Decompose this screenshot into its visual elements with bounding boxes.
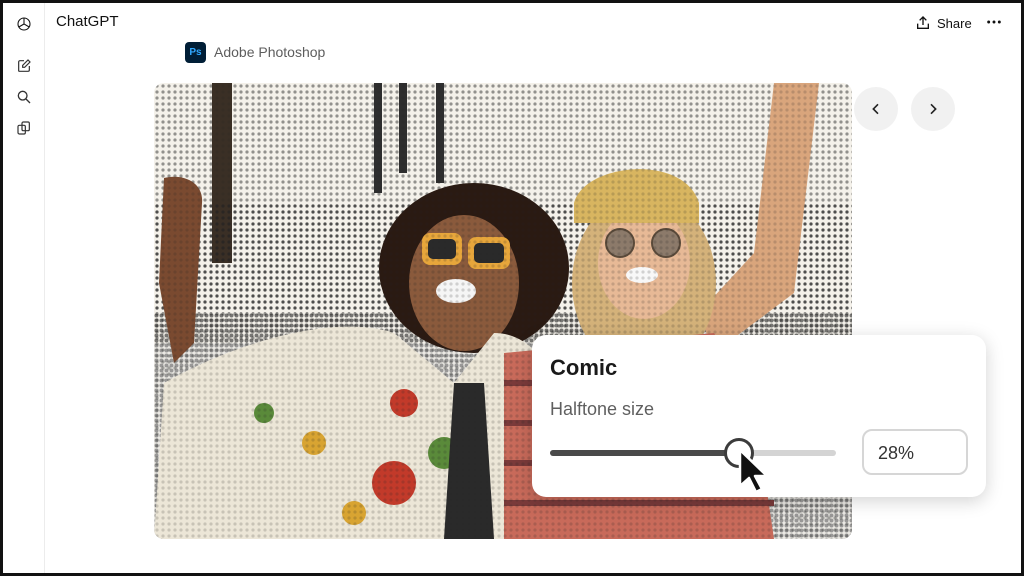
plugin-name: Adobe Photoshop (214, 44, 326, 60)
next-image-button[interactable] (911, 87, 955, 131)
halftone-size-label: Halftone size (550, 399, 655, 419)
sidebar (3, 3, 45, 573)
halftone-size-slider[interactable] (550, 450, 836, 456)
chevron-left-icon (872, 103, 879, 115)
app-title[interactable]: ChatGPT (56, 13, 119, 30)
gpts-icon[interactable] (15, 119, 33, 137)
chevron-right-icon (930, 103, 937, 115)
more-options-icon[interactable] (985, 13, 1003, 31)
mouse-cursor-icon (738, 448, 769, 494)
photoshop-logo-icon: Ps (185, 41, 206, 63)
effect-title: Comic (550, 355, 618, 380)
plugin-chip[interactable]: Ps Adobe Photoshop (185, 41, 325, 63)
slider-fill (550, 450, 739, 456)
share-icon (917, 16, 929, 29)
openai-logo-icon[interactable] (15, 15, 33, 33)
previous-image-button[interactable] (854, 87, 898, 131)
halftone-size-input[interactable]: 28% (862, 429, 968, 475)
new-chat-icon[interactable] (15, 57, 33, 75)
search-icon[interactable] (15, 88, 33, 106)
share-button[interactable]: Share (915, 13, 972, 33)
share-label: Share (937, 15, 972, 31)
